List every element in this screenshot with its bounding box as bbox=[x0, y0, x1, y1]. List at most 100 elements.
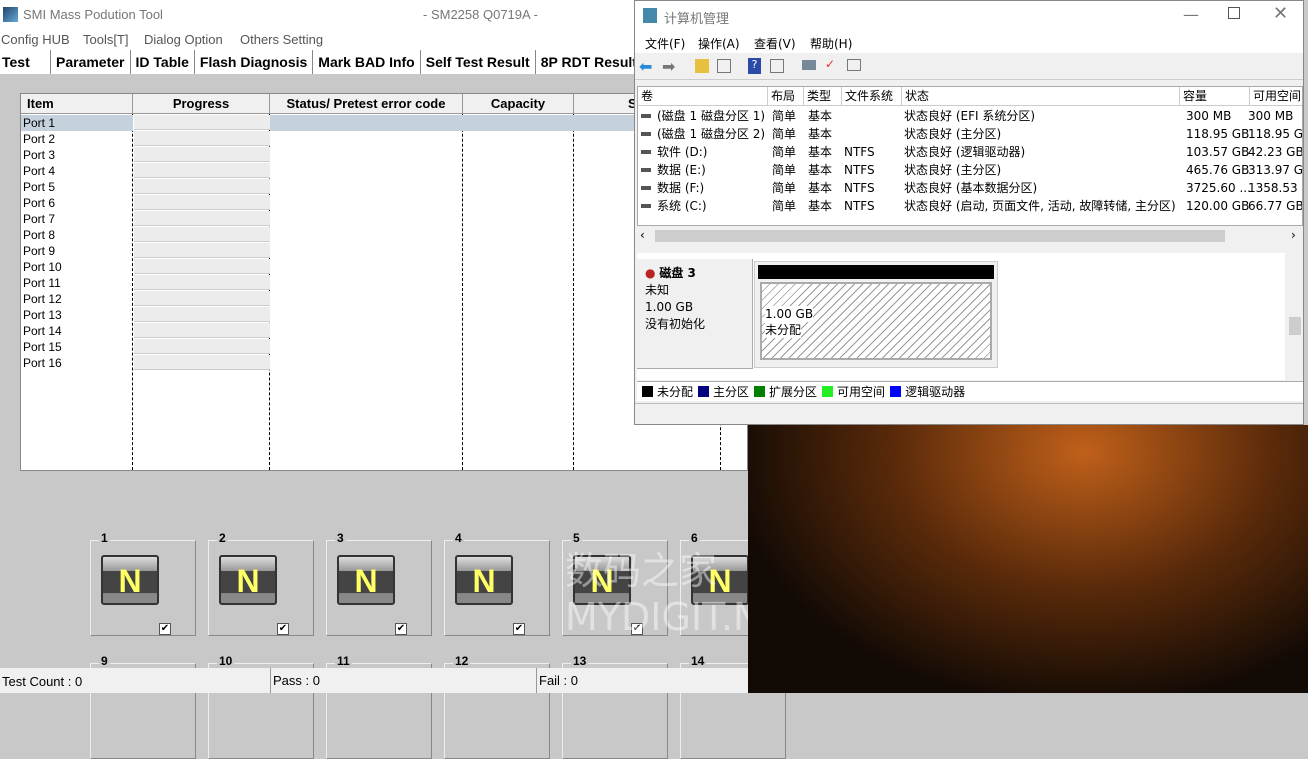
properties-icon[interactable] bbox=[770, 59, 784, 73]
list-icon[interactable] bbox=[847, 59, 861, 71]
col-capacity[interactable]: 容量 bbox=[1180, 87, 1250, 106]
minimize-button[interactable]: — bbox=[1183, 5, 1199, 24]
volume-row[interactable]: 数据 (F:) 简单 基本 NTFS 状态良好 (基本数据分区) 3725.60 ... 1… bbox=[638, 179, 1302, 197]
port-row[interactable]: Port 9 bbox=[21, 243, 55, 259]
tab-flash-diagnosis[interactable]: Flash Diagnosis bbox=[195, 50, 314, 74]
col-volume[interactable]: 卷 bbox=[638, 87, 768, 106]
volume-cell: 数据 (E:) bbox=[657, 163, 706, 177]
col-filesystem[interactable]: 文件系统 bbox=[842, 87, 902, 106]
volume-row[interactable]: 软件 (D:) 简单 基本 NTFS 状态良好 (逻辑驱动器) 103.57 GB 42.2… bbox=[638, 143, 1302, 161]
port-row[interactable]: Port 12 bbox=[21, 291, 62, 307]
check-icon[interactable]: ✓ bbox=[825, 57, 835, 71]
close-button[interactable]: ✕ bbox=[1273, 3, 1288, 24]
slot-checkbox[interactable]: ✔ bbox=[277, 623, 289, 635]
tab-test[interactable]: Test bbox=[0, 50, 51, 74]
volume-row[interactable]: 数据 (E:) 简单 基本 NTFS 状态良好 (主分区) 465.76 GB 313.97… bbox=[638, 161, 1302, 179]
port-row[interactable]: Port 5 bbox=[21, 179, 55, 195]
menu-config-hub[interactable]: Config HUB bbox=[1, 32, 70, 47]
volume-row[interactable]: 系统 (C:) 简单 基本 NTFS 状态良好 (启动, 页面文件, 活动, 故障转储,… bbox=[638, 197, 1302, 215]
menu-tools[interactable]: Tools[T] bbox=[83, 32, 129, 47]
volume-cell: 103.57 GB bbox=[1186, 145, 1250, 159]
slot-checkbox[interactable]: ✔ bbox=[395, 623, 407, 635]
col-type[interactable]: 类型 bbox=[804, 87, 842, 106]
slot-checkbox[interactable]: ✔ bbox=[159, 623, 171, 635]
volume-cell: 状态良好 (启动, 页面文件, 活动, 故障转储, 主分区) bbox=[904, 199, 1176, 213]
port-row[interactable]: Port 2 bbox=[21, 131, 55, 147]
port-row[interactable]: Port 4 bbox=[21, 163, 55, 179]
volume-cell: 465.76 GB bbox=[1186, 163, 1250, 177]
tab-self-test-result[interactable]: Self Test Result bbox=[421, 50, 536, 74]
port-row[interactable]: Port 16 bbox=[21, 355, 62, 371]
scroll-right-icon[interactable]: › bbox=[1291, 228, 1296, 242]
scroll-thumb[interactable] bbox=[655, 230, 1225, 242]
tab-id-table[interactable]: ID Table bbox=[131, 50, 195, 74]
horizontal-scrollbar[interactable]: ‹ › bbox=[637, 227, 1303, 245]
volume-cell: 1358.53 bbox=[1248, 181, 1298, 195]
legend-swatch bbox=[754, 386, 766, 397]
tab-mark-bad-info[interactable]: Mark BAD Info bbox=[313, 50, 421, 74]
disk-map: ● 磁盘 3 未知 1.00 GB 没有初始化 1.00 GB 未分配 bbox=[637, 253, 1303, 380]
forward-icon[interactable]: ➡ bbox=[662, 57, 675, 76]
scroll-thumb[interactable] bbox=[1289, 317, 1301, 335]
slot-number: 4 bbox=[453, 531, 464, 545]
port-row[interactable]: Port 3 bbox=[21, 147, 55, 163]
tab-8p-rdt-result[interactable]: 8P RDT Result bbox=[536, 50, 643, 74]
volume-cell: 基本 bbox=[808, 181, 833, 195]
port-slot[interactable]: 2 N ✔ bbox=[208, 531, 314, 636]
legend: 未分配 主分区 扩展分区 可用空间 逻辑驱动器 bbox=[637, 381, 1303, 401]
help-icon[interactable]: ? bbox=[748, 58, 761, 74]
disk-state: 没有初始化 bbox=[645, 317, 706, 331]
port-row[interactable]: Port 10 bbox=[21, 259, 62, 275]
slot-number: 9 bbox=[99, 654, 110, 668]
slot-checkbox[interactable]: ✔ bbox=[513, 623, 525, 635]
disk-info[interactable]: ● 磁盘 3 未知 1.00 GB 没有初始化 bbox=[637, 259, 753, 369]
vertical-scrollbar[interactable] bbox=[1285, 253, 1303, 380]
connect-icon[interactable] bbox=[802, 60, 816, 70]
volume-row[interactable]: (磁盘 1 磁盘分区 1) 简单 基本 状态良好 (EFI 系统分区) 300 MB 30… bbox=[638, 107, 1302, 125]
col-status[interactable]: 状态 bbox=[902, 87, 1180, 106]
port-row[interactable]: Port 14 bbox=[21, 323, 62, 339]
progress-bar bbox=[134, 243, 270, 258]
volume-row[interactable]: (磁盘 1 磁盘分区 2) 简单 基本 状态良好 (主分区) 118.95 GB 118.… bbox=[638, 125, 1302, 143]
tab-parameter[interactable]: Parameter bbox=[51, 50, 131, 74]
progress-bar bbox=[134, 339, 270, 354]
port-row[interactable]: Port 1 bbox=[21, 115, 55, 131]
unallocated-partition[interactable]: 1.00 GB 未分配 bbox=[760, 282, 992, 360]
menu-others-setting[interactable]: Others Setting bbox=[240, 32, 323, 47]
scroll-left-icon[interactable]: ‹ bbox=[640, 228, 645, 242]
header-progress[interactable]: Progress bbox=[133, 94, 270, 114]
port-row[interactable]: Port 6 bbox=[21, 195, 55, 211]
menu-dialog-option[interactable]: Dialog Option bbox=[144, 32, 223, 47]
up-folder-icon[interactable] bbox=[695, 59, 709, 73]
col-layout[interactable]: 布局 bbox=[768, 87, 804, 106]
partition-block[interactable]: 1.00 GB 未分配 bbox=[754, 261, 998, 368]
progress-bar bbox=[134, 131, 270, 146]
header-status[interactable]: Status/ Pretest error code bbox=[270, 94, 463, 114]
port-slot[interactable]: 3 N ✔ bbox=[326, 531, 432, 636]
port-row[interactable]: Port 13 bbox=[21, 307, 62, 323]
app-title: SMI Mass Podution Tool bbox=[23, 7, 163, 22]
port-row[interactable]: Port 11 bbox=[21, 275, 61, 291]
menu-action[interactable]: 操作(A) bbox=[698, 35, 740, 52]
port-row[interactable]: Port 15 bbox=[21, 339, 62, 355]
back-icon[interactable]: ⬅ bbox=[639, 57, 652, 76]
maximize-button[interactable] bbox=[1228, 7, 1240, 19]
menu-file[interactable]: 文件(F) bbox=[645, 35, 685, 52]
menu-view[interactable]: 查看(V) bbox=[754, 35, 796, 52]
header-item[interactable]: Item bbox=[21, 94, 133, 114]
menu-bar: 文件(F) 操作(A) 查看(V) 帮助(H) bbox=[635, 31, 1303, 53]
header-capacity[interactable]: Capacity bbox=[463, 94, 574, 114]
progress-bar bbox=[134, 115, 270, 130]
volume-cell: 简单 bbox=[772, 145, 797, 159]
disk-size: 1.00 GB bbox=[645, 300, 694, 314]
port-slot[interactable]: 4 N ✔ bbox=[444, 531, 550, 636]
port-row[interactable]: Port 8 bbox=[21, 227, 55, 243]
port-row[interactable]: Port 7 bbox=[21, 211, 55, 227]
port-slot[interactable]: 1 N ✔ bbox=[90, 531, 196, 636]
volume-cell: 3725.60 ... bbox=[1186, 181, 1251, 195]
legend-label: 主分区 bbox=[713, 385, 750, 399]
show-hide-tree-icon[interactable] bbox=[717, 59, 731, 73]
legend-swatch bbox=[890, 386, 902, 397]
col-free-space[interactable]: 可用空间 bbox=[1250, 87, 1302, 106]
menu-help[interactable]: 帮助(H) bbox=[810, 35, 852, 52]
